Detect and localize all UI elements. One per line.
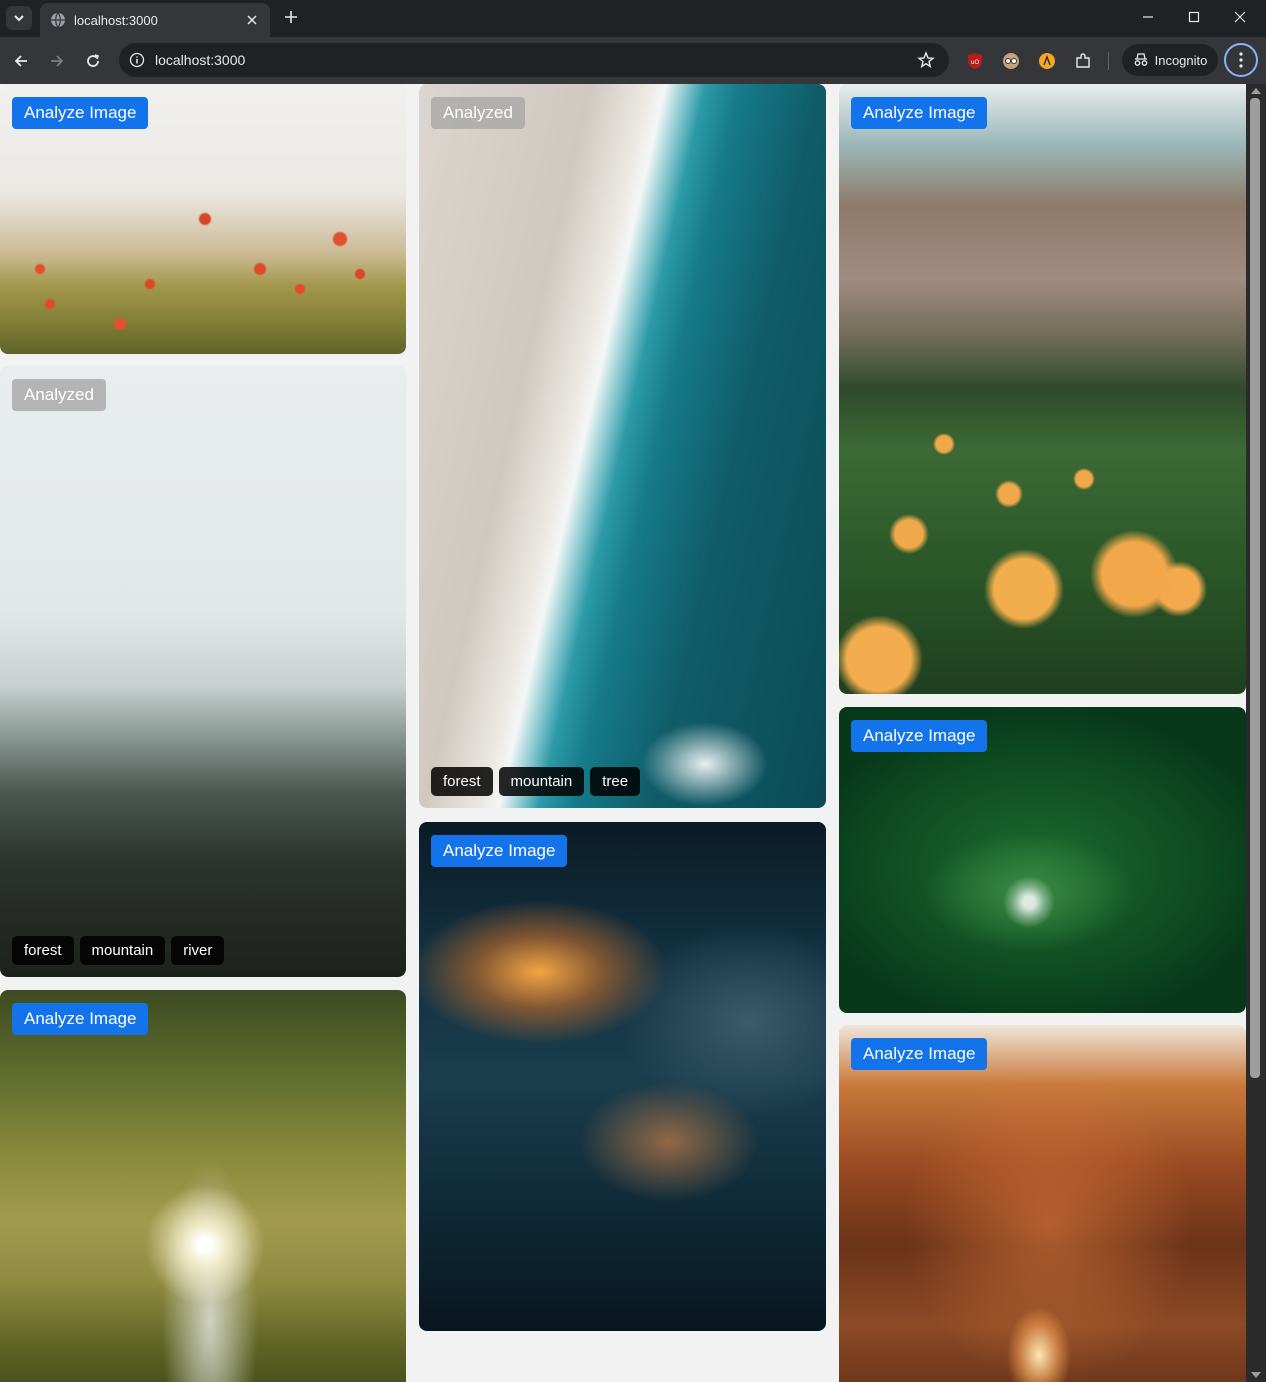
globe-icon bbox=[51, 12, 65, 28]
close-icon bbox=[1234, 11, 1246, 23]
browser-menu-button[interactable] bbox=[1224, 43, 1258, 77]
reload-icon bbox=[87, 54, 100, 67]
browser-toolbar: localhost:3000 uO Incognito bbox=[0, 37, 1266, 84]
sunset-clouds-image bbox=[419, 822, 826, 1331]
analyze-image-button[interactable]: Analyze Image bbox=[851, 97, 988, 129]
analyze-image-button[interactable]: Analyze Image bbox=[851, 720, 988, 752]
spy-extension-icon[interactable] bbox=[1000, 50, 1022, 72]
bookmark-star-icon[interactable] bbox=[911, 45, 941, 75]
tag-chip: mountain bbox=[79, 936, 166, 965]
analyze-image-button[interactable]: Analyze Image bbox=[12, 1003, 149, 1035]
mountain-meadow-image bbox=[839, 84, 1246, 694]
toolbar-divider bbox=[1108, 52, 1109, 70]
minimize-button[interactable] bbox=[1125, 0, 1171, 34]
incognito-label: Incognito bbox=[1154, 52, 1208, 68]
minimize-icon bbox=[1143, 16, 1153, 18]
page-viewport: Analyze Image Analyzed forest mountain r… bbox=[0, 84, 1266, 1382]
tag-chip: river bbox=[171, 936, 225, 965]
tree-canopy-image bbox=[0, 990, 406, 1382]
forward-button[interactable] bbox=[43, 47, 71, 75]
image-card-mountain-meadow: Analyze Image bbox=[839, 84, 1246, 694]
tag-chip: mountain bbox=[498, 767, 585, 796]
incognito-icon bbox=[1134, 53, 1147, 66]
page-scrollbar[interactable] bbox=[1246, 84, 1266, 1382]
analyzed-button[interactable]: Analyzed bbox=[12, 379, 106, 411]
image-card-fog-forest: Analyzed forest mountain river bbox=[0, 366, 406, 977]
ocean-shore-image bbox=[419, 84, 826, 808]
image-card-autumn-path: Analyze Image bbox=[839, 1025, 1246, 1382]
new-tab-button[interactable] bbox=[280, 5, 302, 29]
foggy-forest-image bbox=[0, 366, 406, 977]
close-window-button[interactable] bbox=[1217, 0, 1263, 34]
image-card-leaf-drop: Analyze Image bbox=[839, 707, 1246, 1013]
maximize-icon bbox=[1188, 11, 1200, 23]
plus-icon bbox=[285, 11, 297, 23]
scrollbar-thumb[interactable] bbox=[1250, 98, 1260, 1078]
url-text[interactable]: localhost:3000 bbox=[155, 52, 911, 68]
back-button[interactable] bbox=[7, 47, 35, 75]
analyze-image-button[interactable]: Analyze Image bbox=[431, 835, 568, 867]
scroll-up-arrow-icon[interactable] bbox=[1251, 88, 1261, 94]
tag-chip: forest bbox=[431, 767, 493, 796]
address-bar[interactable]: localhost:3000 bbox=[119, 43, 949, 77]
ublock-extension-icon[interactable]: uO bbox=[964, 50, 986, 72]
site-info-icon[interactable] bbox=[129, 52, 145, 68]
image-card-tree: Analyze Image bbox=[0, 990, 406, 1382]
analyze-image-button[interactable]: Analyze Image bbox=[851, 1038, 988, 1070]
more-vertical-icon bbox=[1239, 52, 1243, 68]
maximize-button[interactable] bbox=[1171, 0, 1217, 34]
leaf-water-drop-image bbox=[839, 707, 1246, 1013]
browser-tab[interactable]: localhost:3000 bbox=[40, 3, 270, 37]
extensions-puzzle-icon[interactable] bbox=[1072, 50, 1094, 72]
analyze-image-button[interactable]: Analyze Image bbox=[12, 97, 149, 129]
tag-list: forest mountain tree bbox=[431, 767, 641, 796]
tab-strip: localhost:3000 bbox=[0, 0, 1266, 37]
incognito-indicator[interactable]: Incognito bbox=[1122, 44, 1218, 76]
image-card-poppies: Analyze Image bbox=[0, 84, 406, 354]
tag-list: forest mountain river bbox=[12, 936, 225, 965]
arrow-left-icon bbox=[14, 55, 27, 67]
reload-button[interactable] bbox=[79, 47, 107, 75]
close-tab-icon[interactable] bbox=[244, 12, 260, 28]
scroll-down-arrow-icon[interactable] bbox=[1251, 1372, 1261, 1378]
chevron-down-icon bbox=[14, 15, 24, 22]
tag-chip: tree bbox=[590, 767, 641, 796]
analyzed-button[interactable]: Analyzed bbox=[431, 97, 525, 129]
honey-extension-icon[interactable] bbox=[1036, 50, 1058, 72]
image-card-clouds: Analyze Image bbox=[419, 822, 826, 1331]
arrow-right-icon bbox=[51, 55, 64, 67]
tab-search-button[interactable] bbox=[6, 6, 32, 30]
tag-chip: forest bbox=[12, 936, 74, 965]
autumn-path-image bbox=[839, 1025, 1246, 1382]
image-card-ocean: Analyzed forest mountain tree bbox=[419, 84, 826, 808]
tab-title: localhost:3000 bbox=[74, 12, 158, 28]
svg-text:uO: uO bbox=[971, 59, 980, 66]
